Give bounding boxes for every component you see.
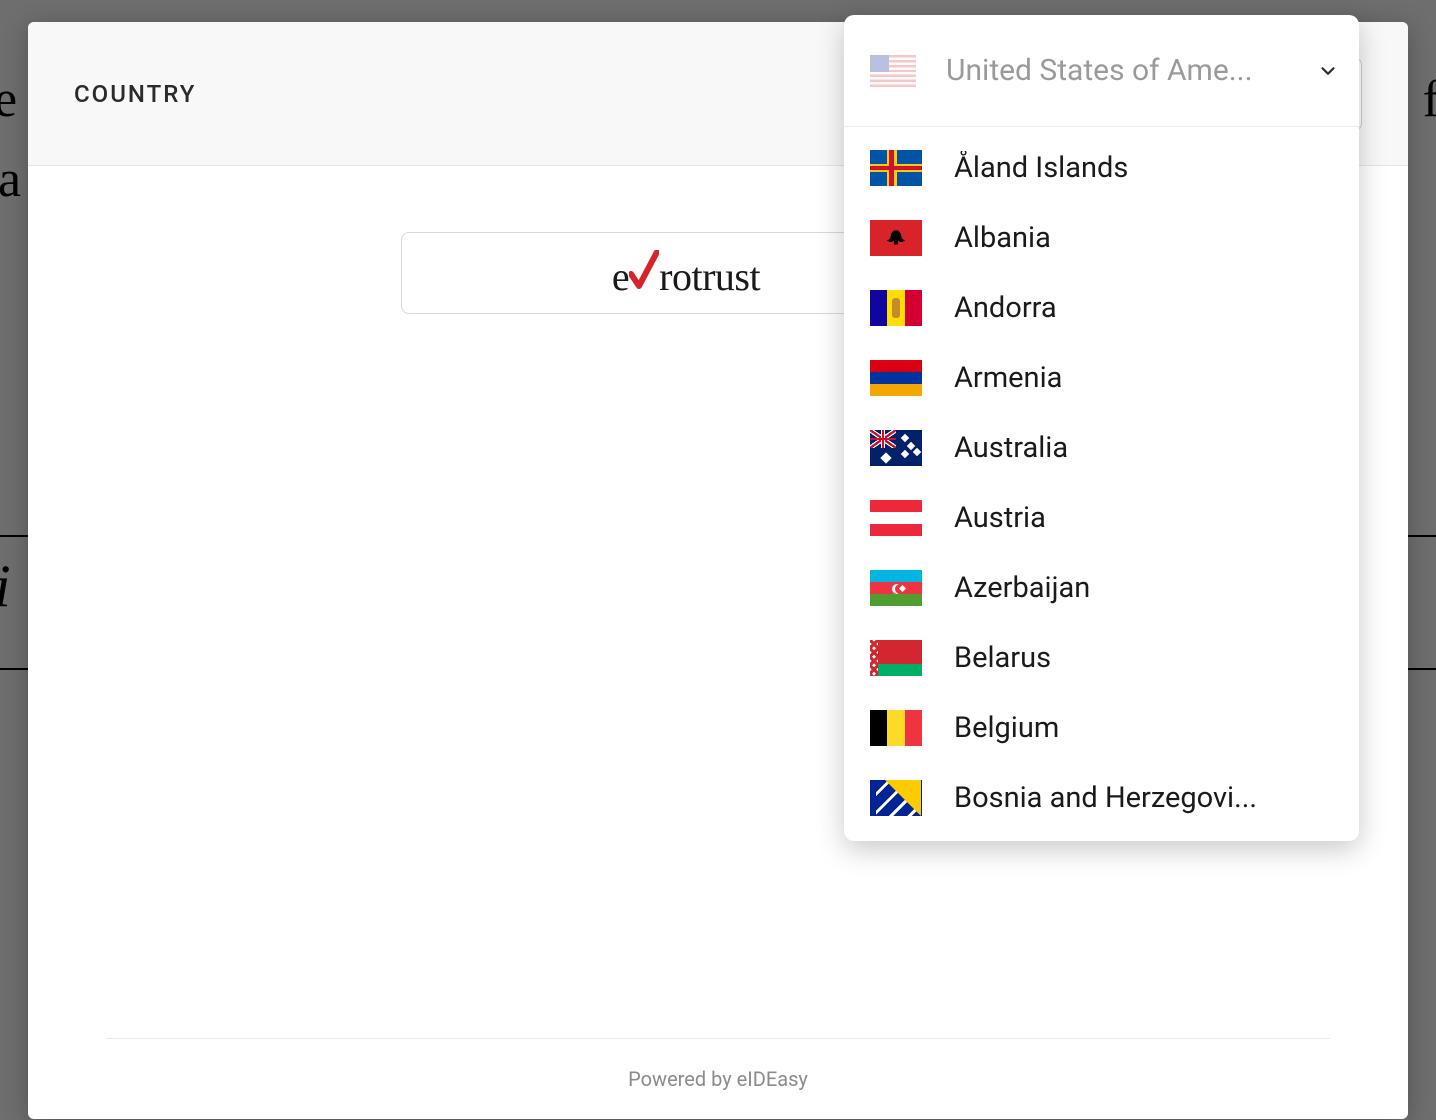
- country-label: COUNTRY: [74, 80, 196, 108]
- flag-am-icon: [870, 360, 922, 396]
- country-option-label: Azerbaijan: [954, 571, 1090, 605]
- country-option-austria[interactable]: Austria: [844, 483, 1359, 553]
- country-option-azerbaijan[interactable]: Azerbaijan: [844, 553, 1359, 623]
- flag-ad-icon: [870, 290, 922, 326]
- dropdown-selected[interactable]: United States of Ame...: [844, 15, 1359, 127]
- country-dropdown: United States of Ame... Åland Islands Al…: [844, 15, 1359, 841]
- flag-ax-icon: [870, 150, 922, 186]
- country-option-label: Belarus: [954, 641, 1051, 675]
- flag-az-icon: [870, 570, 922, 606]
- country-option-label: Åland Islands: [954, 151, 1128, 185]
- background-text: e: [0, 70, 17, 129]
- background-signature-text: i: [0, 552, 11, 621]
- evrotrust-logo: erotrust: [612, 246, 760, 300]
- country-option-albania[interactable]: Albania: [844, 203, 1359, 273]
- flag-us-icon: [870, 55, 916, 87]
- check-icon: [629, 250, 659, 304]
- country-option-label: Australia: [954, 431, 1068, 465]
- dropdown-list[interactable]: Åland Islands Albania Andorra Armenia Au…: [844, 127, 1359, 841]
- country-option-belgium[interactable]: Belgium: [844, 693, 1359, 763]
- country-option-label: Armenia: [954, 361, 1062, 395]
- country-option-australia[interactable]: Australia: [844, 413, 1359, 483]
- country-option-armenia[interactable]: Armenia: [844, 343, 1359, 413]
- country-option-label: Austria: [954, 501, 1046, 535]
- country-option-label: Bosnia and Herzegovi...: [954, 781, 1257, 815]
- flag-at-icon: [870, 500, 922, 536]
- country-option-andorra[interactable]: Andorra: [844, 273, 1359, 343]
- country-option-belarus[interactable]: Belarus: [844, 623, 1359, 693]
- chevron-down-icon: [1317, 60, 1339, 82]
- country-option-aland-islands[interactable]: Åland Islands: [844, 133, 1359, 203]
- background-text: a: [0, 150, 21, 209]
- flag-ba-icon: [870, 780, 922, 816]
- flag-au-icon: [870, 430, 922, 466]
- dropdown-selected-text: United States of Ame...: [946, 53, 1307, 88]
- background-text: f: [1423, 70, 1436, 129]
- flag-al-icon: [870, 220, 922, 256]
- country-option-label: Andorra: [954, 291, 1057, 325]
- country-option-label: Albania: [954, 221, 1051, 255]
- powered-by-text: Powered by eIDEasy: [628, 1067, 808, 1091]
- modal-footer: Powered by eIDEasy: [106, 1038, 1330, 1119]
- flag-by-icon: [870, 640, 922, 676]
- country-option-label: Belgium: [954, 711, 1059, 745]
- flag-be-icon: [870, 710, 922, 746]
- country-option-bosnia[interactable]: Bosnia and Herzegovi...: [844, 763, 1359, 833]
